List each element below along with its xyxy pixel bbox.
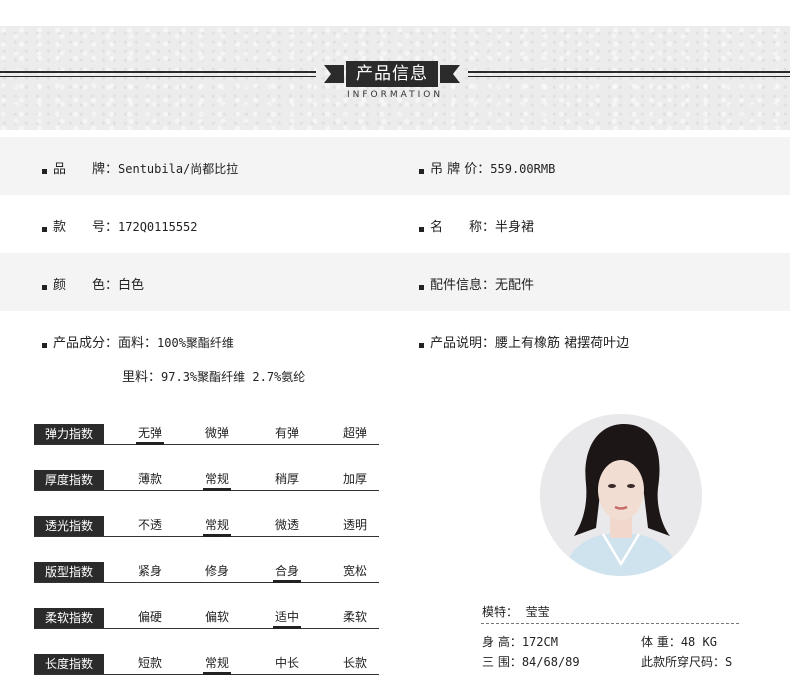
brand-label: 品 牌： (53, 162, 119, 177)
section-subtitle: INFORMATION (346, 90, 444, 100)
fabric-value: 100%聚酯纤维 (157, 336, 234, 350)
index-option: 薄款 (137, 472, 162, 486)
model-label: 模特： (482, 605, 519, 619)
description-label: 产品说明： (430, 336, 496, 351)
model-height-field: 身 高：172CM (482, 633, 558, 650)
section-title: 产品信息 (346, 61, 438, 87)
index-option: 微透 (274, 518, 299, 532)
lining-field: 里料：97.3%聚酯纤维 2.7%氨纶 (122, 366, 305, 385)
index-option: 不透 (137, 518, 162, 532)
style-no-field: 款 号：172Q0115552 (53, 216, 198, 235)
fabric-label: 面料： (118, 336, 158, 351)
index-option: 柔软 (342, 610, 367, 624)
index-option: 有弹 (274, 426, 299, 440)
tag-price-value: 559.00RMB (490, 162, 556, 176)
header-rule-right-top (468, 71, 790, 73)
bullet (419, 285, 424, 290)
model-name-field: 模特： 莹莹 (482, 603, 550, 620)
index-baseline (34, 444, 379, 445)
model-name: 莹莹 (525, 605, 550, 619)
accessory-field: 配件信息：无配件 (430, 274, 534, 293)
index-label: 长度指数 (34, 654, 104, 675)
header-rule-right-bottom (468, 76, 790, 77)
color-label: 颜 色： (53, 278, 119, 293)
index-selected-marker (203, 488, 231, 491)
index-option: 适中 (274, 610, 299, 624)
model-size-field: 此款所穿尺码：S (641, 653, 732, 670)
index-option: 微弹 (204, 426, 229, 440)
size-label: 此款所穿尺码： (641, 655, 726, 669)
weight-label: 体 重： (641, 635, 681, 649)
tag-price-label: 吊 牌 价： (430, 162, 491, 177)
index-option: 偏硬 (137, 610, 162, 624)
composition-field: 产品成分：面料：100%聚酯纤维 (53, 332, 234, 351)
index-label: 厚度指数 (34, 470, 104, 491)
index-option: 短款 (137, 656, 162, 670)
bullet (419, 343, 424, 348)
index-label: 柔软指数 (34, 608, 104, 629)
description-value: 腰上有橡筋 裙摆荷叶边 (495, 336, 630, 351)
index-option: 合身 (274, 564, 299, 578)
index-selected-marker (273, 626, 301, 629)
index-option: 加厚 (342, 472, 367, 486)
index-option: 常规 (204, 472, 229, 486)
style-no-value: 172Q0115552 (118, 220, 198, 234)
index-option: 长款 (342, 656, 367, 670)
index-option: 无弹 (137, 426, 162, 440)
index-baseline (34, 582, 379, 583)
bullet (42, 227, 47, 232)
index-selected-marker (136, 442, 164, 445)
weight-value: 48 KG (680, 635, 717, 649)
index-option: 宽松 (342, 564, 367, 578)
bullet (419, 227, 424, 232)
index-option: 稍厚 (274, 472, 299, 486)
brand-field: 品 牌：Sentubila/尚都比拉 (53, 158, 238, 177)
index-option: 常规 (204, 518, 229, 532)
bullet (42, 285, 47, 290)
index-label: 透光指数 (34, 516, 104, 537)
header-rule-left-bottom (0, 76, 316, 77)
index-selected-marker (203, 534, 231, 537)
index-option: 常规 (204, 656, 229, 670)
tag-price-field: 吊 牌 价：559.00RMB (430, 158, 555, 177)
brand-value: Sentubila/尚都比拉 (118, 162, 239, 176)
height-value: 172CM (521, 635, 558, 649)
index-option: 透明 (342, 518, 367, 532)
size-value: S (725, 655, 733, 669)
name-label: 名 称： (430, 220, 496, 235)
index-label: 版型指数 (34, 562, 104, 583)
index-selected-marker (273, 580, 301, 583)
description-field: 产品说明：腰上有橡筋 裙摆荷叶边 (430, 332, 629, 351)
model-weight-field: 体 重：48 KG (641, 633, 717, 650)
bullet (42, 343, 47, 348)
accessory-value: 无配件 (495, 278, 535, 293)
index-label: 弹力指数 (34, 424, 104, 445)
index-option: 紧身 (137, 564, 162, 578)
index-option: 超弹 (342, 426, 367, 440)
bullet (419, 169, 424, 174)
header-rule-left-top (0, 71, 316, 73)
lining-label: 里料： (122, 370, 162, 385)
name-field: 名 称：半身裙 (430, 216, 534, 235)
model-measurements-field: 三 围：84/68/89 (482, 653, 580, 670)
color-field: 颜 色：白色 (53, 274, 144, 293)
composition-label: 产品成分： (53, 336, 119, 351)
index-option: 修身 (204, 564, 229, 578)
index-baseline (34, 628, 379, 629)
name-value: 半身裙 (495, 220, 535, 235)
index-option: 中长 (274, 656, 299, 670)
model-divider (481, 623, 739, 624)
accessory-label: 配件信息： (430, 278, 496, 293)
color-value: 白色 (118, 278, 145, 293)
index-option: 偏软 (204, 610, 229, 624)
index-selected-marker (203, 672, 231, 675)
model-photo (540, 414, 702, 576)
measurements-value: 84/68/89 (521, 655, 580, 669)
bullet (42, 169, 47, 174)
style-no-label: 款 号： (53, 220, 119, 235)
height-label: 身 高： (482, 635, 522, 649)
lining-value: 97.3%聚酯纤维 2.7%氨纶 (161, 370, 306, 384)
measurements-label: 三 围： (482, 655, 522, 669)
